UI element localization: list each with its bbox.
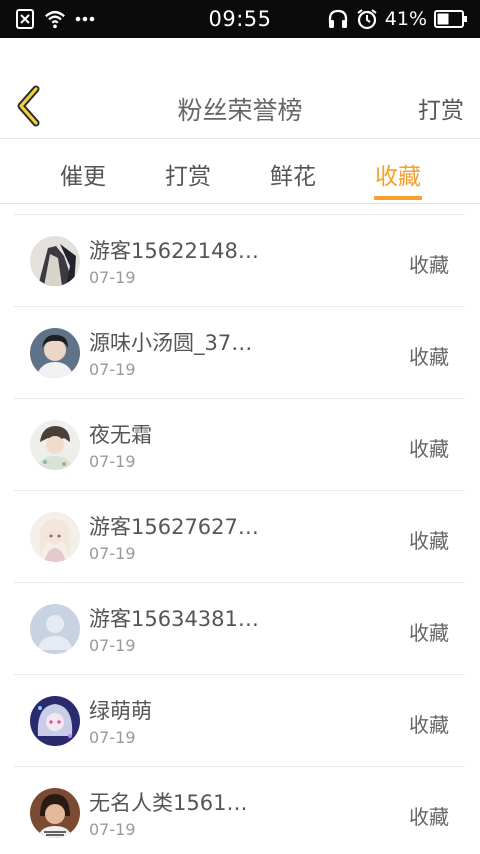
list-item[interactable]: 绿萌萌 07-19 收藏	[14, 675, 465, 767]
status-bar: 09:55 41%	[0, 0, 480, 38]
list-item-type: 收藏	[409, 529, 449, 553]
header: 粉丝荣誉榜 打赏	[0, 38, 480, 139]
list-item[interactable]: 无名人类1561… 07-19 收藏	[14, 767, 465, 854]
list-item[interactable]: 夜无霜 07-19 收藏	[14, 399, 465, 491]
list-item[interactable]: 游客15622148… 07-19 收藏	[14, 215, 465, 307]
default-avatar-icon	[30, 604, 80, 654]
list-item-name: 游客15627627…	[89, 515, 259, 539]
alarm-icon	[357, 9, 377, 30]
list-item[interactable]: 源味小汤圆_37… 07-19 收藏	[14, 307, 465, 399]
avatar	[30, 788, 80, 838]
active-tab-indicator	[374, 196, 422, 200]
tab-flowers[interactable]: 鲜花	[253, 157, 333, 191]
page-title: 粉丝荣誉榜	[177, 96, 303, 125]
avatar	[30, 512, 80, 562]
tab-urge[interactable]: 催更	[43, 157, 123, 191]
tab-bar: 催更 打赏 鲜花 收藏	[0, 140, 480, 204]
list-item-date: 07-19	[89, 360, 136, 379]
list-item-type: 收藏	[409, 713, 449, 737]
list-item-type: 收藏	[409, 345, 449, 369]
list-item-date: 07-19	[89, 452, 136, 471]
list-item-name: 绿萌萌	[89, 699, 152, 723]
status-right-icons: 41%	[327, 8, 468, 30]
list-item-type: 收藏	[409, 253, 449, 277]
battery-icon	[434, 10, 467, 28]
list-item-date: 07-19	[89, 268, 136, 287]
avatar	[30, 236, 80, 286]
list-item-name: 游客15622148…	[89, 239, 259, 263]
tab-favorites[interactable]: 收藏	[358, 157, 438, 191]
list-item-date: 07-19	[89, 820, 136, 839]
list-item-date: 07-19	[89, 728, 136, 747]
list-item[interactable]: 游客15627627… 07-19 收藏	[14, 491, 465, 583]
headphones-icon	[328, 9, 347, 28]
battery-percent: 41%	[384, 8, 427, 30]
list-item[interactable]: 游客15634381… 07-19 收藏	[14, 583, 465, 675]
avatar	[30, 696, 80, 746]
avatar	[30, 420, 80, 470]
list-item-date: 07-19	[89, 544, 136, 563]
list-item-type: 收藏	[409, 437, 449, 461]
list-item-name: 游客15634381…	[89, 607, 259, 631]
fan-list: 游客15622148… 07-19 收藏 源味小汤圆_37… 07-19 收藏 …	[14, 214, 465, 854]
list-item-type: 收藏	[409, 621, 449, 645]
list-item-name: 源味小汤圆_37…	[89, 331, 253, 355]
list-item-type: 收藏	[409, 805, 449, 829]
tab-reward[interactable]: 打赏	[148, 157, 228, 191]
list-item-name: 夜无霜	[89, 423, 152, 447]
reward-button[interactable]: 打赏	[418, 91, 464, 125]
list-item-date: 07-19	[89, 636, 136, 655]
list-item-name: 无名人类1561…	[89, 791, 248, 815]
avatar	[30, 328, 80, 378]
